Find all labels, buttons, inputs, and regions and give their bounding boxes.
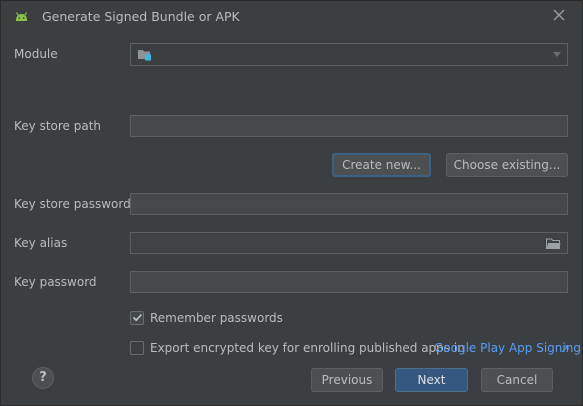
external-link-icon — [561, 345, 569, 353]
key-store-password-label: Key store password — [14, 197, 131, 211]
key-store-path-label: Key store path — [14, 119, 102, 133]
close-icon[interactable] — [550, 6, 568, 24]
cancel-button[interactable]: Cancel — [481, 368, 553, 392]
title-bar: Generate Signed Bundle or APK — [1, 1, 582, 31]
chevron-down-icon — [553, 52, 561, 57]
folder-icon[interactable] — [546, 237, 561, 250]
module-folder-icon — [138, 50, 151, 61]
remember-passwords-label[interactable]: Remember passwords — [150, 311, 283, 325]
google-play-app-signing-link[interactable]: Google Play App Signing — [434, 341, 581, 355]
help-button[interactable]: ? — [32, 367, 54, 389]
previous-button[interactable]: Previous — [311, 368, 383, 392]
remember-passwords-checkbox[interactable] — [130, 311, 144, 325]
create-new-button[interactable]: Create new... — [332, 153, 431, 177]
key-alias-input[interactable] — [130, 232, 568, 254]
key-alias-label: Key alias — [14, 236, 68, 250]
module-label: Module — [14, 47, 58, 61]
check-icon — [132, 313, 143, 322]
dialog-title: Generate Signed Bundle or APK — [42, 9, 240, 24]
export-encrypted-key-label[interactable]: Export encrypted key for enrolling publi… — [150, 341, 465, 355]
key-password-input[interactable] — [130, 271, 568, 293]
export-encrypted-key-checkbox[interactable] — [130, 341, 144, 355]
key-store-password-input[interactable] — [130, 193, 568, 215]
next-button[interactable]: Next — [395, 368, 468, 392]
generate-signed-bundle-dialog: Generate Signed Bundle or APK Module Key… — [0, 0, 583, 406]
android-icon — [15, 12, 28, 21]
key-password-label: Key password — [14, 275, 97, 289]
key-store-path-input[interactable] — [130, 115, 568, 137]
module-dropdown[interactable] — [130, 43, 568, 66]
choose-existing-button[interactable]: Choose existing... — [446, 153, 568, 177]
